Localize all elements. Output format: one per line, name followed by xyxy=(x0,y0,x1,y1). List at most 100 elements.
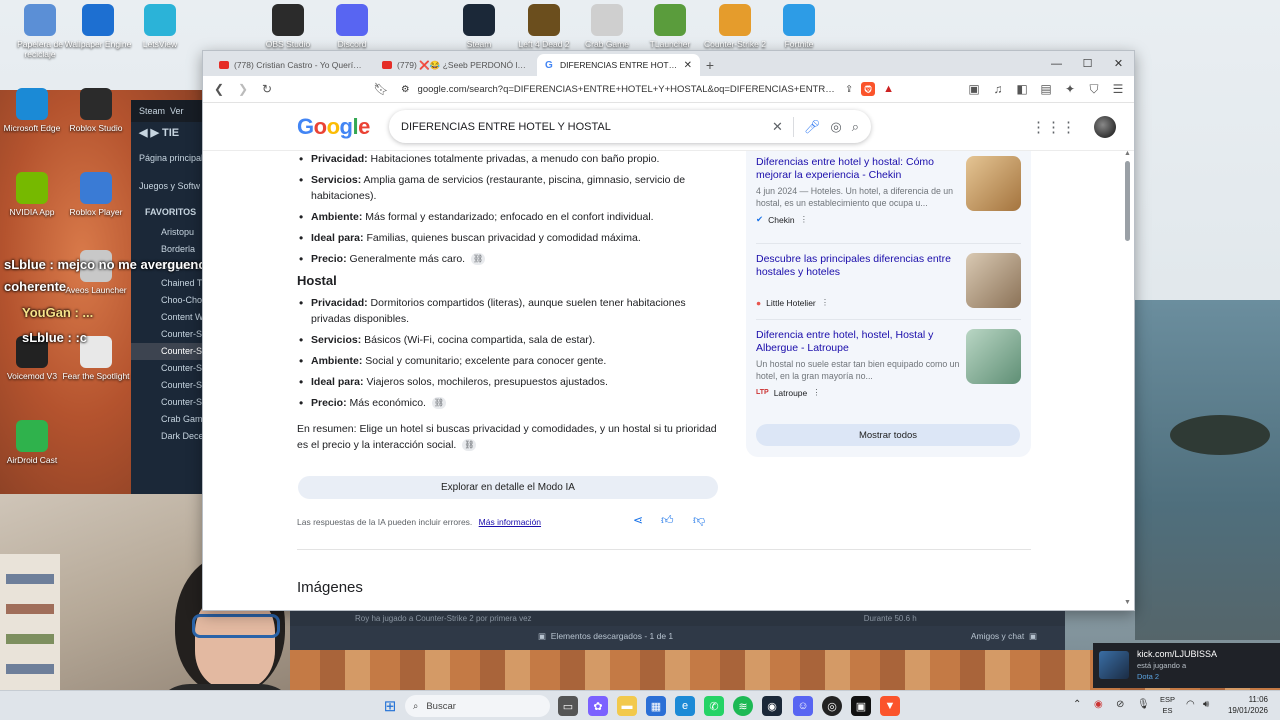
google-apps-icon[interactable]: ⋮⋮⋮ xyxy=(1031,118,1076,136)
brave-rewards-icon[interactable]: ▲ xyxy=(883,83,894,95)
spotify-icon[interactable]: ≋ xyxy=(733,696,753,716)
address-bar[interactable]: ⚙ google.com/search?q=DIFERENCIAS+ENTRE+… xyxy=(395,79,900,100)
voice-search-icon[interactable]: 🎤︎ xyxy=(804,119,821,135)
desktop-icon-left-4-dead-2[interactable]: Left 4 Dead 2 xyxy=(508,4,580,49)
source-thumbnail[interactable] xyxy=(966,156,1021,211)
obs-taskbar-icon[interactable]: ◎ xyxy=(822,696,842,716)
taskbar-search[interactable]: ⌕ Buscar xyxy=(405,695,550,717)
browser-window[interactable]: (778) Cristian Castro - Yo Quería - Yo (… xyxy=(202,50,1135,611)
search-input[interactable]: DIFERENCIAS ENTRE HOTEL Y HOSTAL xyxy=(401,121,762,133)
desktop-icon-tlauncher[interactable]: TLauncher xyxy=(634,4,706,49)
kick-notification[interactable]: kick.com/LJUBISSA está jugando a Dota 2 xyxy=(1093,643,1280,688)
steam-friends-chat[interactable]: Amigos y chat ▣ xyxy=(971,631,1037,642)
steam-library-item[interactable]: Counter-S xyxy=(131,394,211,411)
desktop-icon-discord[interactable]: Discord xyxy=(316,4,388,49)
steam-menu-ver[interactable]: Ver xyxy=(170,106,184,116)
menu-icon[interactable]: ☰ xyxy=(1108,79,1128,99)
more-info-link[interactable]: Más información xyxy=(479,517,541,527)
maximize-icon[interactable]: ☐ xyxy=(1072,51,1103,76)
close-window-icon[interactable]: ✕ xyxy=(1103,51,1134,76)
desktop-icon-fortnite[interactable]: Fortnite xyxy=(763,4,835,49)
wallet-icon[interactable]: ▤ xyxy=(1036,79,1056,99)
source-title[interactable]: Descubre las principales diferencias ent… xyxy=(756,253,962,279)
language-indicator[interactable]: ESP ES xyxy=(1160,694,1175,716)
tab-close-icon[interactable]: ✕ xyxy=(684,60,692,71)
avatar[interactable] xyxy=(1094,116,1116,138)
media-icon[interactable]: ♫ xyxy=(988,79,1008,99)
desktop-icon-airdroid-cast[interactable]: AirDroid Cast xyxy=(0,420,68,465)
link-icon[interactable]: ⛓ xyxy=(471,253,486,266)
scroll-down-icon[interactable]: ▼ xyxy=(1124,599,1131,606)
steam-library-item[interactable]: Counter-S xyxy=(131,343,211,360)
link-icon[interactable]: ⛓ xyxy=(431,397,446,410)
steam-library-item[interactable]: FAVORITOS xyxy=(131,200,211,224)
desktop-icon-steam[interactable]: Steam xyxy=(443,4,515,49)
steam-library-item[interactable]: Página principal xyxy=(131,144,211,172)
desktop-icon-obs-studio[interactable]: OBS Studio xyxy=(252,4,324,49)
steam-library-item[interactable]: Content W xyxy=(131,309,211,326)
scrollbar-thumb[interactable] xyxy=(1125,161,1130,241)
thumbs-down-icon[interactable]: 👎︎ xyxy=(693,513,705,528)
steam-nav[interactable]: ◀ ▶ TIE xyxy=(131,122,211,144)
source-title[interactable]: Diferencias entre hotel y hostal: Cómo m… xyxy=(756,156,962,182)
steam-library-item[interactable]: Choo-Cho xyxy=(131,292,211,309)
source-card[interactable]: Diferencia entre hotel, hostel, Hostal y… xyxy=(756,329,1021,398)
thumbs-up-icon[interactable]: 👍︎ xyxy=(661,513,674,528)
steam-library-item[interactable]: Crab Gam xyxy=(131,411,211,428)
brave-shields-icon[interactable]: 🦁︎ xyxy=(861,82,876,96)
wifi-icon[interactable]: ◠ xyxy=(1186,699,1195,710)
more-options-icon[interactable]: ⋮ xyxy=(821,297,830,308)
source-thumbnail[interactable] xyxy=(966,253,1021,308)
system-clock[interactable]: 11:06 19/01/2026 xyxy=(1228,694,1268,716)
steam-library-item[interactable]: Borderla xyxy=(131,241,211,258)
tray-bluetooth-icon[interactable]: ⊘ xyxy=(1116,699,1124,710)
discord-taskbar-icon[interactable]: ☺ xyxy=(793,696,813,716)
tlauncher-taskbar-icon[interactable]: ▣ xyxy=(851,696,871,716)
desktop-icon-counter-strike-2[interactable]: Counter-Strike 2 xyxy=(699,4,771,49)
windows-start-icon[interactable]: ⊞ xyxy=(380,696,400,716)
source-title[interactable]: Diferencia entre hotel, hostel, Hostal y… xyxy=(756,329,962,355)
leo-ai-icon[interactable]: ✦ xyxy=(1060,79,1080,99)
google-search-box[interactable]: DIFERENCIAS ENTRE HOTEL Y HOSTAL ✕ 🎤︎ ◎ … xyxy=(389,110,871,143)
copilot-icon[interactable]: ✿ xyxy=(588,696,608,716)
tab-youtube-1[interactable]: (778) Cristian Castro - Yo Quería - Yo xyxy=(211,54,374,76)
address-bar-url[interactable]: google.com/search?q=DIFERENCIAS+ENTRE+HO… xyxy=(418,84,838,95)
tab-search-icon[interactable]: ▣ xyxy=(964,79,984,99)
site-info-icon[interactable]: ⚙ xyxy=(401,84,410,95)
scroll-up-icon[interactable]: ▲ xyxy=(1124,150,1131,157)
desktop-icon-roblox-studio[interactable]: Roblox Studio xyxy=(60,88,132,133)
search-icon[interactable]: ⌕ xyxy=(852,119,859,135)
volume-icon[interactable]: 🔊︎ xyxy=(1203,699,1209,710)
vpn-icon[interactable]: ⛉ xyxy=(1084,79,1104,99)
steam-library-item[interactable]: Chained T xyxy=(131,275,211,292)
steam-downloads[interactable]: ▣ Elementos descargados - 1 de 1 xyxy=(538,631,673,642)
more-options-icon[interactable]: ⋮ xyxy=(812,387,821,398)
steam-nav-label[interactable]: TIE xyxy=(162,127,179,139)
steam-library-item[interactable]: Counter-S xyxy=(131,326,211,343)
bookmark-icon[interactable]: 🔖︎ xyxy=(371,79,391,99)
minimize-icon[interactable]: — xyxy=(1041,51,1072,76)
reload-icon[interactable]: ↻ xyxy=(257,79,277,99)
tray-app-icon[interactable]: ◉ xyxy=(1094,699,1103,710)
steam-library-item[interactable]: Counter-S xyxy=(131,360,211,377)
steam-window-background[interactable]: Steam Ver ◀ ▶ TIE Página principal Juegos… xyxy=(131,100,211,495)
clear-search-icon[interactable]: ✕ xyxy=(772,119,783,135)
explore-ai-mode-button[interactable]: Explorar en detalle el Modo IA xyxy=(298,476,718,499)
desktop-icon-crab-game[interactable]: Crab Game xyxy=(571,4,643,49)
brave-taskbar-icon[interactable]: ▼ xyxy=(880,696,900,716)
source-card[interactable]: Descubre las principales diferencias ent… xyxy=(756,253,1021,308)
more-options-icon[interactable]: ⋮ xyxy=(800,214,809,225)
images-heading[interactable]: Imágenes xyxy=(297,579,363,596)
task-view-icon[interactable]: ▭ xyxy=(558,696,578,716)
source-thumbnail[interactable] xyxy=(966,329,1021,384)
edge-taskbar-icon[interactable]: e xyxy=(675,696,695,716)
steam-library-item[interactable]: Dark Dece xyxy=(131,428,211,445)
tab-youtube-2[interactable]: (779) ❌😂 ¿Seeb PERDONÓ los KO xyxy=(374,54,537,76)
file-explorer-icon[interactable]: ▬ xyxy=(617,696,637,716)
whatsapp-icon[interactable]: ✆ xyxy=(704,696,724,716)
source-card[interactable]: Diferencias entre hotel y hostal: Cómo m… xyxy=(756,156,1021,225)
link-icon[interactable]: ⛓ xyxy=(462,439,477,452)
google-logo[interactable]: Google xyxy=(297,114,370,140)
microphone-icon[interactable]: 🎙︎ xyxy=(1137,699,1150,710)
lens-icon[interactable]: ◎ xyxy=(830,119,841,135)
